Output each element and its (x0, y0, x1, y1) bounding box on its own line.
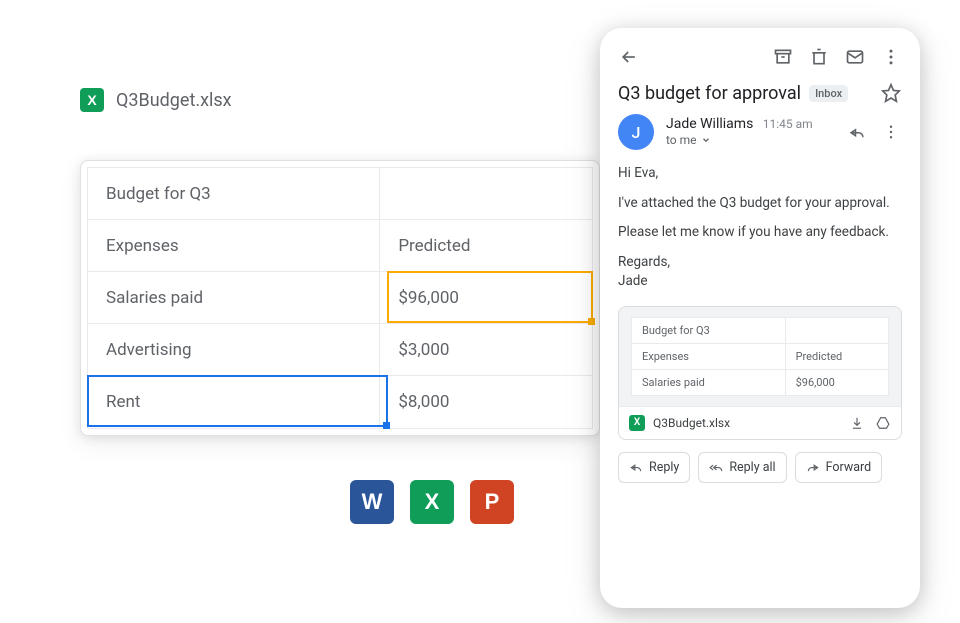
reply-icon[interactable] (846, 121, 868, 143)
email-time: 11:45 am (763, 117, 813, 131)
forward-button[interactable]: Forward (795, 452, 883, 483)
sender-name: Jade Williams (666, 116, 753, 132)
attachment-filename: Q3Budget.xlsx (653, 416, 730, 430)
spreadsheet-card: Budget for Q3 Expenses Predicted Salarie… (80, 160, 600, 436)
preview-cell: $96,000 (786, 370, 888, 395)
cell-a3[interactable]: Salaries paid (88, 272, 380, 323)
archive-icon[interactable] (772, 46, 794, 68)
cell-b3[interactable]: $96,000 (380, 272, 592, 323)
cell-b5[interactable]: $8,000 (380, 376, 592, 428)
sheet-row: Advertising $3,000 (88, 324, 592, 376)
reply-all-button[interactable]: Reply all (698, 452, 786, 483)
body-paragraph: Regards, (618, 253, 902, 273)
email-topbar (618, 46, 902, 68)
forward-button-label: Forward (826, 460, 872, 475)
sheet-row: Budget for Q3 (88, 168, 592, 220)
excel-mini-icon: X (629, 415, 645, 431)
reply-action-row: Reply Reply all Forward (618, 452, 902, 483)
cell-a1[interactable]: Budget for Q3 (88, 168, 380, 219)
excel-icon: X (410, 480, 454, 524)
attachment-footer: X Q3Budget.xlsx (619, 406, 901, 439)
cell-a4[interactable]: Advertising (88, 324, 380, 375)
subject-row: Q3 budget for approval Inbox (618, 82, 902, 104)
reply-all-button-label: Reply all (729, 460, 775, 475)
email-subject-text: Q3 budget for approval (618, 83, 801, 104)
body-paragraph: Jade (618, 272, 902, 292)
phone-frame: Q3 budget for approval Inbox J Jade Will… (600, 28, 920, 608)
cell-b1[interactable] (380, 168, 592, 219)
inbox-label-chip[interactable]: Inbox (809, 85, 848, 102)
reply-button-label: Reply (649, 460, 679, 475)
delete-icon[interactable] (808, 46, 830, 68)
star-icon[interactable] (880, 82, 902, 104)
sender-row: J Jade Williams 11:45 am to me (618, 114, 902, 150)
cell-a5[interactable]: Rent (88, 376, 380, 428)
preview-cell: Salaries paid (632, 370, 786, 395)
save-to-drive-icon[interactable] (875, 415, 891, 431)
sheet-row: Rent $8,000 (88, 376, 592, 428)
cell-b2[interactable]: Predicted (380, 220, 592, 271)
body-paragraph: Please let me know if you have any feedb… (618, 223, 902, 243)
download-icon[interactable] (849, 415, 865, 431)
sender-text-block: Jade Williams 11:45 am to me (666, 116, 834, 147)
cell-a2[interactable]: Expenses (88, 220, 380, 271)
word-icon: W (350, 480, 394, 524)
attachment-preview-sheet: Budget for Q3 Expenses Predicted Salarie… (631, 317, 889, 396)
spreadsheet-file-name: Q3Budget.xlsx (116, 90, 232, 111)
spreadsheet-grid[interactable]: Budget for Q3 Expenses Predicted Salarie… (87, 167, 593, 429)
sender-avatar[interactable]: J (618, 114, 654, 150)
attachment-card[interactable]: Budget for Q3 Expenses Predicted Salarie… (618, 306, 902, 440)
sheet-row: Expenses Predicted (88, 220, 592, 272)
spreadsheet-file-header: X Q3Budget.xlsx (80, 88, 232, 112)
reply-button[interactable]: Reply (618, 452, 690, 483)
email-body: Hi Eva, I've attached the Q3 budget for … (618, 164, 902, 292)
preview-cell (786, 318, 888, 343)
attachment-preview: Budget for Q3 Expenses Predicted Salarie… (619, 307, 901, 406)
email-subject: Q3 budget for approval Inbox (618, 83, 848, 104)
powerpoint-icon: P (470, 480, 514, 524)
sheet-row: Salaries paid $96,000 (88, 272, 592, 324)
recipient-line[interactable]: to me (666, 133, 697, 147)
mail-icon[interactable] (844, 46, 866, 68)
message-more-icon[interactable] (880, 121, 902, 143)
more-icon[interactable] (880, 46, 902, 68)
cell-b4[interactable]: $3,000 (380, 324, 592, 375)
chevron-down-icon[interactable] (701, 135, 711, 145)
preview-cell: Predicted (786, 344, 888, 369)
preview-cell: Budget for Q3 (632, 318, 786, 343)
back-icon[interactable] (618, 46, 640, 68)
body-paragraph: I've attached the Q3 budget for your app… (618, 194, 902, 214)
body-paragraph: Hi Eva, (618, 164, 902, 184)
office-app-icons: W X P (350, 480, 514, 524)
preview-cell: Expenses (632, 344, 786, 369)
excel-file-icon: X (80, 88, 104, 112)
